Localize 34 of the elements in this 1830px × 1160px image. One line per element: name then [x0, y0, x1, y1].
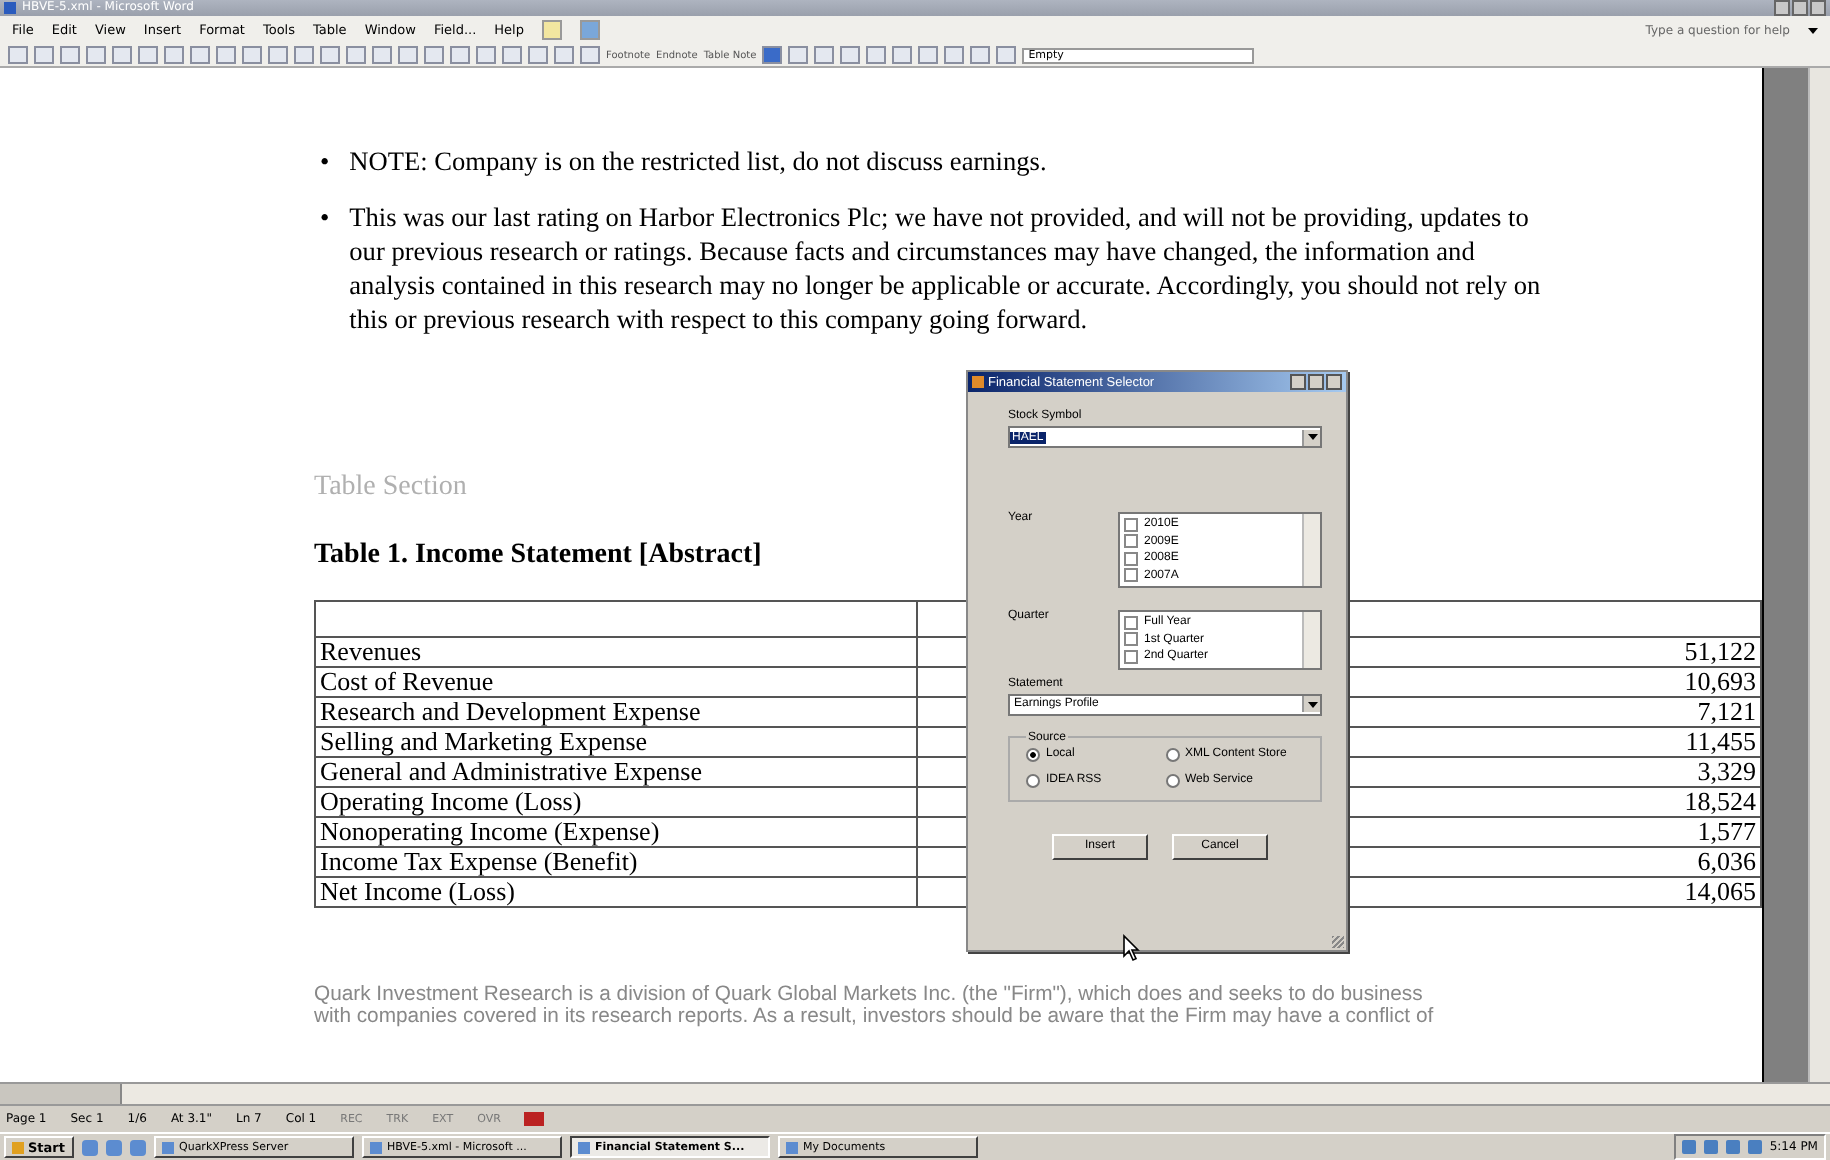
restore-button[interactable] [1792, 0, 1808, 16]
minimize-button[interactable] [1774, 0, 1790, 16]
dropdown-icon[interactable] [1808, 27, 1818, 33]
scrollbar[interactable] [1302, 612, 1320, 667]
resize-grip-icon[interactable] [1332, 936, 1344, 948]
section-label: Table Section [314, 472, 467, 504]
minimize-button[interactable] [1290, 374, 1306, 390]
app-icon [4, 2, 16, 14]
dropdown-arrow-icon[interactable] [1307, 701, 1317, 707]
table-cell: Income Tax Expense (Benefit) [315, 847, 917, 877]
mouse-pointer-icon [1122, 934, 1140, 962]
table-cell: Operating Income (Loss) [315, 787, 917, 817]
table-cell: Selling and Marketing Expense [315, 727, 917, 757]
table-cell: General and Administrative Expense [315, 757, 917, 787]
maximize-button[interactable] [1308, 374, 1324, 390]
horizontal-scrollbar[interactable] [122, 1084, 1830, 1104]
table-cell: Revenues [315, 637, 917, 667]
app-icon [972, 376, 984, 388]
table-cell: Research and Development Expense [315, 697, 917, 727]
scrollbar[interactable] [1302, 514, 1320, 586]
bullet-paragraph: NOTE: Company is on the restricted list, do not discuss earnings. [349, 144, 1049, 178]
table-cell: Cost of Revenue [315, 667, 917, 697]
disclaimer-line: Quark Investment Research is a division of Quark Global Markets Inc. (the "Firm"), which does and seeks to do business [314, 984, 1425, 1006]
vertical-scrollbar[interactable] [1808, 68, 1830, 1082]
disclaimer-line: with companies covered in its research reports. As a result, investors should be aware that the Firm may have a conflict of [314, 1006, 1436, 1028]
close-button[interactable] [1810, 0, 1826, 16]
bullet-mark: • [320, 200, 330, 236]
table-cell: Net Income (Loss) [315, 877, 917, 907]
bullet-mark: • [320, 144, 330, 178]
table-title: Table 1. Income Statement [Abstract] [314, 540, 762, 572]
dropdown-arrow-icon[interactable] [1307, 434, 1317, 440]
table-cell: Nonoperating Income (Expense) [315, 817, 917, 847]
close-button[interactable] [1326, 374, 1342, 390]
bullet-paragraph: This was our last rating on Harbor Electronics Plc; we have not provided, and will not be providing, updates to our previous research or ratings. Because facts and circumstances may have changed, the information and analysis contained in this research may no longer be applicable or accurate. Accordingly, you should not rely on this or previous research with respect to this company going forward. [349, 200, 1543, 336]
